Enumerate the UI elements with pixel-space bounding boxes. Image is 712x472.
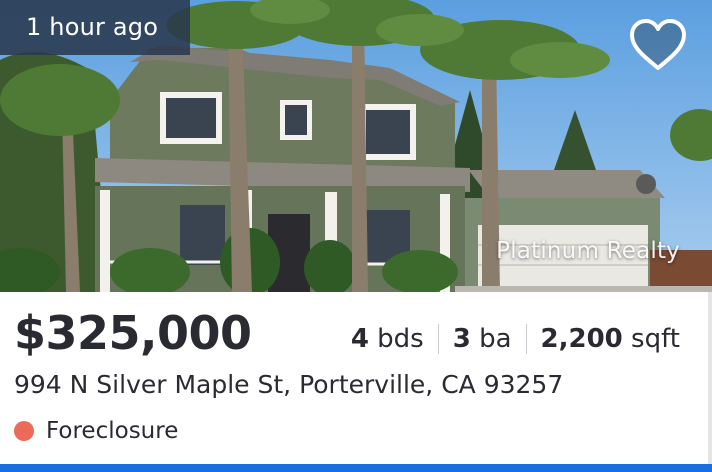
baths-unit: ba	[470, 324, 512, 354]
listing-status: Foreclosure	[14, 418, 178, 444]
listed-time-badge: 1 hour ago	[0, 0, 191, 55]
sqft-value: 2,200	[540, 324, 623, 354]
heart-outline-icon	[630, 19, 686, 70]
stat-divider	[437, 324, 439, 354]
listing-address-link[interactable]: 994 N Silver Maple St, Porterville, CA 9…	[14, 370, 563, 399]
baths-stat: 3 ba	[453, 324, 512, 354]
card-accent-bar	[0, 464, 712, 472]
status-dot-icon	[14, 421, 34, 441]
sqft-stat: 2,200 sqft	[541, 324, 680, 354]
listing-info: $325,000 4 bds 3 ba 2,200 sqft 994 N Sil…	[0, 292, 712, 464]
listing-card[interactable]: 1 hour ago Platinum Realty $325,000 4 bd…	[0, 0, 712, 472]
beds-value: 4	[350, 324, 369, 354]
listing-stats: 4 bds 3 ba 2,200 sqft	[351, 324, 680, 354]
listing-photo[interactable]: 1 hour ago Platinum Realty	[0, 0, 712, 292]
brokerage-watermark: Platinum Realty	[496, 238, 680, 264]
card-border	[708, 292, 712, 464]
beds-unit: bds	[368, 324, 424, 354]
stat-divider	[525, 324, 527, 354]
sqft-unit: sqft	[622, 324, 680, 354]
beds-stat: 4 bds	[351, 324, 424, 354]
favorite-button[interactable]	[626, 16, 690, 74]
baths-value: 3	[452, 324, 471, 354]
listing-price: $325,000	[14, 306, 252, 360]
status-label: Foreclosure	[46, 418, 179, 444]
